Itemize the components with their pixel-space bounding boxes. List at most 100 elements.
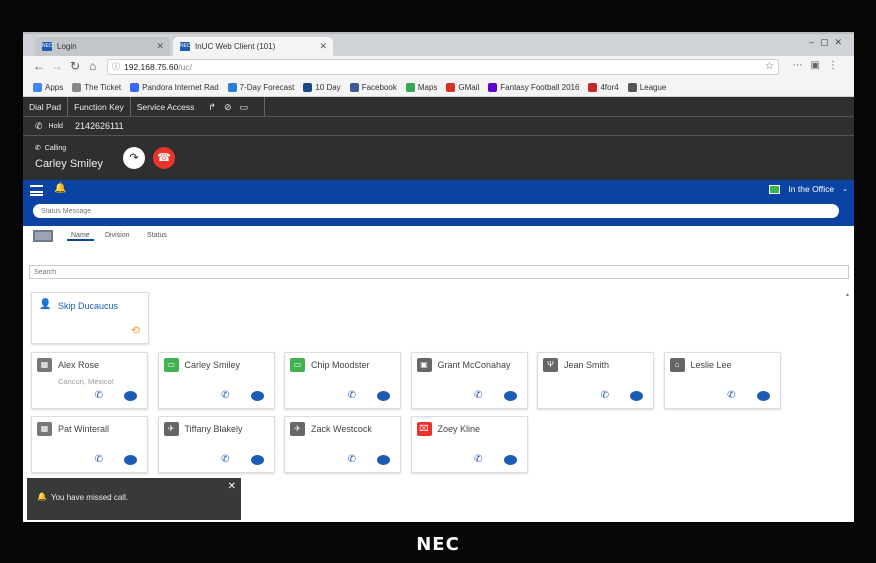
reload-icon[interactable]: ↻ — [70, 59, 80, 73]
extension-icons[interactable]: ⋯▣⋮ — [793, 60, 846, 71]
nec-favicon-icon: NEC — [180, 42, 191, 51]
phone-icon[interactable]: ✆ — [474, 390, 482, 401]
phone-icon[interactable]: ✆ — [95, 454, 103, 465]
home-icon[interactable]: ⌂ — [89, 59, 96, 73]
tab-status[interactable]: Status — [147, 232, 167, 239]
tab-division[interactable]: Division — [105, 232, 130, 239]
contact-card[interactable]: ⌧ Zoey Kline ✆ — [410, 416, 528, 473]
scrollbar[interactable]: ▲ — [845, 288, 850, 488]
phone-icon[interactable]: ✆ — [474, 454, 482, 465]
presence-selector[interactable]: In the Office ⌄ — [769, 184, 848, 194]
function-key-button[interactable]: Function Key — [68, 97, 131, 116]
bookmark-item[interactable]: 4for4 — [588, 82, 619, 92]
bookmark-item[interactable]: Apps — [33, 82, 63, 92]
menu-icon[interactable] — [30, 185, 43, 196]
hold-bar: ✆ Hold 2142626111 — [23, 117, 854, 136]
contact-card[interactable]: Ψ Jean Smith ✆ — [537, 352, 654, 409]
service-access-button[interactable]: Service Access — [131, 97, 201, 116]
chat-icon[interactable] — [377, 455, 390, 465]
app-menu-bar: Dial Pad Function Key Service Access ↱⊘▭ — [23, 97, 854, 117]
phone-icon[interactable]: ✆ — [95, 390, 103, 401]
contact-card[interactable]: ▦ Pat Winterall ✆ — [31, 416, 148, 473]
contact-card[interactable]: ✈ Zack Westcock ✆ — [284, 416, 401, 473]
bookmark-favicon-icon — [33, 82, 42, 92]
search-input[interactable] — [29, 265, 849, 279]
forward-call-button[interactable]: ↷ — [123, 147, 145, 169]
chat-icon[interactable] — [503, 455, 517, 465]
bell-icon[interactable]: 🔔 — [54, 183, 66, 194]
chat-icon[interactable] — [250, 455, 264, 465]
chevron-down-icon: ⌄ — [842, 186, 848, 193]
bookmark-favicon-icon — [130, 82, 140, 92]
contact-name: Tiffany Blakely — [184, 424, 243, 434]
bookmark-favicon-icon — [72, 82, 82, 92]
contact-card[interactable]: ▦ Alex Rose Cancun, Mexico! ✆ — [31, 352, 148, 409]
monitor-icon: ▭ — [290, 358, 305, 372]
chat-icon[interactable] — [124, 455, 137, 465]
airplane-icon: ✈ — [163, 422, 179, 436]
status-message-input[interactable] — [33, 204, 839, 218]
chat-icon[interactable] — [756, 391, 770, 401]
caller-name: Carley Smiley — [35, 158, 103, 170]
chat-icon[interactable] — [630, 391, 643, 401]
phone-icon[interactable]: ✆ — [221, 390, 229, 401]
contact-location: Cancun, Mexico! — [58, 377, 114, 386]
bookmark-item[interactable]: 7-Day Forecast — [227, 82, 294, 92]
close-toast-icon[interactable]: ✕ — [228, 481, 236, 492]
contact-name: Zoey Kline — [437, 424, 481, 434]
bookmark-label: Maps — [417, 82, 438, 92]
bookmark-item[interactable]: The Ticket — [72, 82, 122, 92]
bookmark-item[interactable]: Facebook — [349, 82, 397, 92]
phone-icon[interactable]: ✆ — [348, 390, 356, 401]
contact-card[interactable]: ▭ Chip Moodster ✆ — [284, 352, 401, 409]
monitor-icon — [769, 184, 781, 194]
dial-pad-button[interactable]: Dial Pad — [23, 97, 69, 116]
address-host: 192.168.75.60 — [124, 62, 179, 72]
close-tab-icon[interactable]: ✕ — [319, 37, 327, 56]
tab-inuc-web-client[interactable]: NEC InUC Web Client (101) ✕ — [173, 37, 333, 56]
phone-icon[interactable]: ✆ — [221, 454, 229, 465]
bookmark-star-icon[interactable]: ☆ — [765, 60, 774, 74]
bookmark-label: 4for4 — [600, 82, 619, 92]
contact-name: Jean Smith — [564, 360, 610, 370]
chat-icon[interactable] — [250, 391, 264, 401]
contact-name: Leslie Lee — [690, 360, 732, 370]
bookmark-item[interactable]: Maps — [405, 82, 438, 92]
contact-card[interactable]: ▭ Carley Smiley ✆ — [157, 352, 275, 409]
hang-up-button[interactable]: ☎ — [153, 147, 175, 169]
phone-icon[interactable]: ✆ — [348, 454, 356, 465]
bookmark-item[interactable]: League — [627, 82, 666, 92]
monitor-logo: NEC — [416, 534, 460, 555]
chat-icon[interactable] — [377, 391, 390, 401]
contact-card[interactable]: ▣ Grant McConahay ✆ — [410, 352, 528, 409]
chat-icon[interactable] — [124, 391, 137, 401]
window-controls[interactable]: –▢✕ — [809, 37, 848, 48]
back-icon[interactable]: ← — [33, 59, 45, 73]
bookmark-label: The Ticket — [84, 82, 122, 92]
call-state-label: Calling — [44, 145, 67, 152]
tab-login[interactable]: NEC Login ✕ — [35, 37, 170, 56]
close-tab-icon[interactable]: ✕ — [156, 37, 164, 56]
call-tools-icons[interactable]: ↱⊘▭ — [200, 97, 265, 116]
chat-icon[interactable] — [503, 391, 517, 401]
contact-card[interactable]: ✈ Tiffany Blakely ✆ — [157, 416, 275, 473]
self-card[interactable]: 👤 Skip Ducaucus ⟲ — [31, 292, 149, 344]
home-icon: ⌂ — [669, 358, 685, 372]
address-bar[interactable]: ⓘ 192.168.75.60/uc/ ☆ — [107, 59, 779, 75]
toast-message: You have missed call. — [51, 493, 129, 502]
bookmark-item[interactable]: 10 Day — [303, 82, 341, 92]
bookmark-item[interactable]: Pandora Internet Rad — [130, 82, 219, 92]
monitor-icon: ▭ — [163, 358, 179, 372]
tab-name[interactable]: Name — [67, 232, 94, 241]
bookmark-favicon-icon — [488, 82, 498, 92]
forward-icon[interactable]: → — [51, 59, 63, 73]
contact-name: Alex Rose — [58, 360, 100, 370]
contact-card[interactable]: ⌂ Leslie Lee ✆ — [663, 352, 781, 409]
phone-icon[interactable]: ✆ — [727, 390, 735, 401]
history-icon[interactable]: ⟲ — [131, 324, 140, 337]
phone-icon[interactable]: ✆ — [601, 390, 609, 401]
monitor-bezel: NEC Login ✕ NEC InUC Web Client (101) ✕ … — [0, 0, 876, 563]
bookmark-item[interactable]: GMail — [446, 82, 479, 92]
bookmark-item[interactable]: Fantasy Football 2016 — [488, 82, 579, 92]
view-toggle-icon[interactable] — [33, 230, 53, 242]
